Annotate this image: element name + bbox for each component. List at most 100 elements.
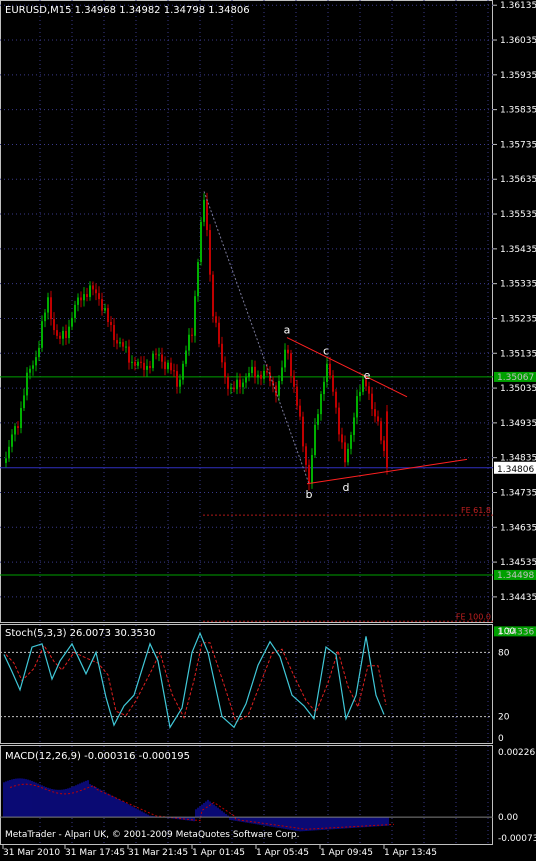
candle-body-42 [131, 361, 133, 363]
candle-body-96 [293, 375, 295, 387]
time-tick-label: 1 Apr 05:45 [256, 848, 309, 858]
candle-body-127 [386, 411, 388, 468]
candle-body-13 [44, 312, 46, 322]
candle-body-36 [113, 325, 115, 341]
price-tick-label: 1.34435 [500, 593, 536, 603]
time-tick-label: 31 Mar 2010 [3, 848, 60, 858]
candle-body-47 [146, 365, 148, 370]
candle-body-83 [254, 366, 256, 378]
candle-body-79 [242, 382, 244, 388]
candle-body-2 [11, 434, 13, 447]
price-tick-label: 1.36035 [500, 36, 536, 46]
candle-body-70 [215, 316, 217, 323]
candle-body-53 [164, 361, 166, 370]
candle-body-38 [119, 342, 121, 344]
candle-body-49 [152, 353, 154, 369]
time-tick-label: 1 Apr 01:45 [192, 848, 245, 858]
candle-body-71 [218, 322, 220, 344]
macd-tick-label: 0.00 [498, 813, 518, 823]
stochastic-tick-label: 100 [498, 627, 515, 637]
price-tick-label: 1.34535 [500, 558, 536, 568]
candle-body-93 [284, 349, 286, 368]
candle-body-26 [83, 294, 85, 301]
candle-body-101 [308, 464, 310, 484]
candle-body-103 [314, 424, 316, 456]
candle-body-121 [368, 386, 370, 394]
candle-body-3 [14, 426, 16, 435]
candle-body-34 [107, 308, 109, 322]
candle-body-58 [179, 379, 181, 387]
candle-body-118 [359, 391, 361, 397]
candle-body-123 [374, 409, 376, 417]
metatrader-chart[interactable]: FE 61.8 FE 100.0 a b c d e 1.36135 1.36035 1.35… [0, 0, 536, 861]
price-tick-label: 1.34735 [500, 488, 536, 498]
fe-label: FE 100.0 [456, 612, 491, 621]
candle-body-16 [53, 319, 55, 331]
price-tick-label: 1.35135 [500, 349, 536, 359]
level-price-label: 1.34498 [497, 571, 534, 581]
candle-body-100 [305, 446, 307, 465]
macd-tick-label: -0.00073 [498, 834, 536, 844]
candle-body-106 [323, 381, 325, 395]
candle-body-63 [194, 296, 196, 336]
candle-body-65 [200, 221, 202, 263]
candle-body-113 [344, 442, 346, 463]
candle-body-84 [257, 374, 259, 378]
macd-title: MACD(12,26,9) -0.000316 -0.000195 [5, 751, 190, 762]
candle-body-61 [188, 334, 190, 351]
candle-body-90 [275, 385, 277, 396]
current-price-label: 1.34806 [497, 465, 534, 475]
candle-body-85 [260, 374, 262, 379]
candle-body-56 [173, 370, 175, 372]
price-tick-label: 1.34935 [500, 419, 536, 429]
candle-body-35 [110, 321, 112, 326]
candle-body-64 [197, 262, 199, 297]
price-tick-label: 1.35535 [500, 210, 536, 220]
candle-body-9 [32, 365, 34, 369]
stochastic-tick-label: 0 [498, 734, 504, 744]
candle-body-69 [212, 274, 214, 317]
candle-body-81 [248, 373, 250, 378]
candle-body-67 [206, 199, 208, 231]
candle-body-21 [68, 326, 70, 339]
candle-body-11 [38, 347, 40, 358]
candle-body-15 [50, 297, 52, 320]
candle-body-117 [356, 396, 358, 418]
candle-body-115 [350, 434, 352, 449]
candle-body-107 [326, 363, 328, 382]
price-tick-label: 1.34635 [500, 523, 536, 533]
time-tick-label: 31 Mar 21:45 [128, 848, 188, 858]
candle-body-125 [380, 421, 382, 441]
candle-body-87 [266, 370, 268, 373]
candle-body-6 [23, 395, 25, 409]
candle-body-27 [86, 294, 88, 298]
candle-body-74 [227, 376, 229, 389]
candle-body-48 [149, 365, 151, 369]
candle-body-76 [233, 387, 235, 390]
pattern-point-label: b [306, 488, 313, 501]
candle-body-110 [335, 391, 337, 408]
candle-body-18 [59, 335, 61, 339]
candle-body-102 [311, 455, 313, 484]
pattern-point-label: a [284, 324, 291, 337]
candle-body-98 [299, 405, 301, 417]
candle-body-4 [17, 426, 19, 429]
candle-body-73 [224, 362, 226, 377]
candle-body-112 [341, 434, 343, 443]
candle-body-0 [5, 458, 7, 463]
price-tick-label: 1.35935 [500, 71, 536, 81]
candle-body-41 [128, 346, 130, 363]
price-tick-label: 1.35035 [500, 384, 536, 394]
candle-body-23 [74, 304, 76, 318]
candle-body-29 [92, 285, 94, 290]
stochastic-title: Stoch(5,3,3) 26.0073 30.3530 [5, 628, 156, 639]
time-tick-label: 1 Apr 09:45 [320, 848, 373, 858]
candle-body-66 [203, 199, 205, 222]
candle-body-45 [140, 361, 142, 363]
candle-body-94 [287, 349, 289, 354]
candle-body-105 [320, 394, 322, 415]
candle-body-33 [104, 308, 106, 311]
price-tick-label: 1.35235 [500, 314, 536, 324]
candle-body-55 [170, 362, 172, 371]
candle-body-19 [62, 330, 64, 339]
